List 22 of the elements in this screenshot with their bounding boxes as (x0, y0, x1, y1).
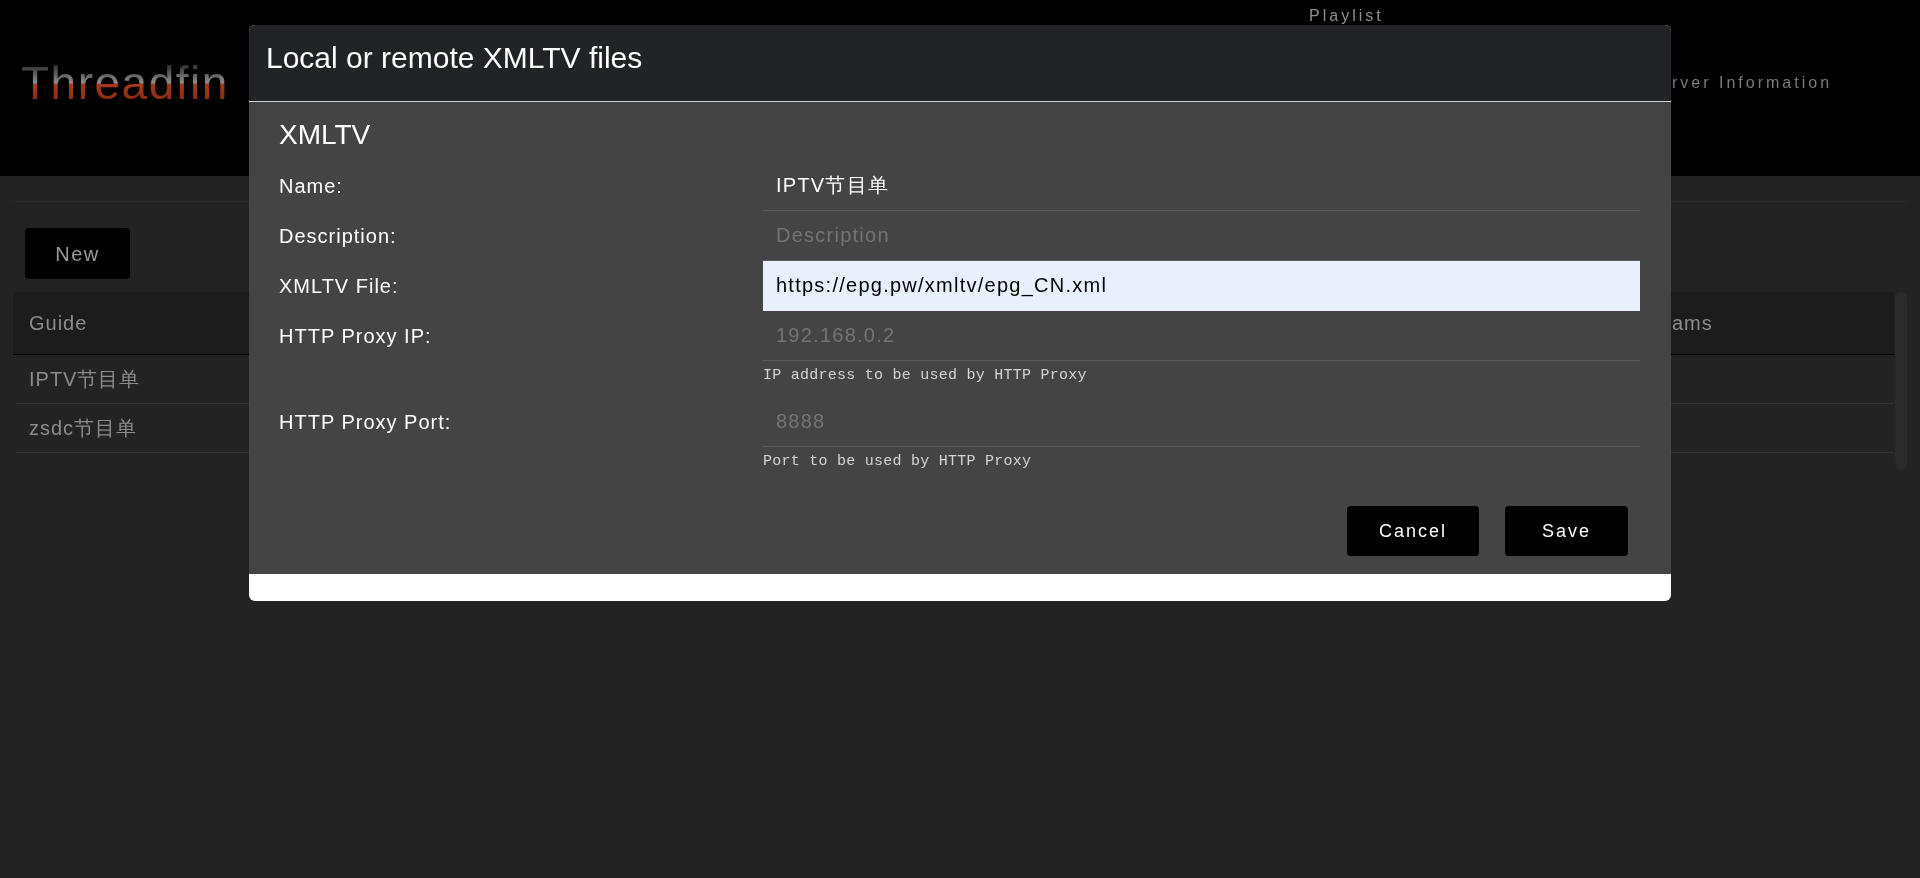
new-button[interactable]: New (25, 228, 130, 279)
field-label: HTTP Proxy Port: (279, 410, 452, 435)
dialog-title: Local or remote XMLTV files (266, 40, 643, 76)
text-field[interactable]: https://epg.pw/xmltv/epg_CN.xml (763, 261, 1640, 311)
nav-link[interactable]: Playlist (1309, 6, 1384, 26)
table-cell-text: IPTV节目单 (28, 367, 141, 392)
column-header: Guide (28, 311, 88, 336)
column-header: ams (1672, 311, 1713, 336)
field-label: Name: (279, 174, 343, 199)
text-field[interactable]: IPTV节目单 (763, 161, 1640, 211)
save-button[interactable]: Save (1505, 506, 1628, 556)
field-hint: Port to be used by HTTP Proxy (763, 453, 1032, 471)
table-cell-text: zsdc节目单 (28, 416, 138, 441)
scrollbar[interactable] (1895, 292, 1907, 470)
field-hint: IP address to be used by HTTP Proxy (763, 367, 1087, 385)
field-label: XMLTV File: (279, 274, 399, 299)
app-logo: Threadfin (21, 57, 233, 109)
nav-link[interactable]: rver Information (1672, 73, 1833, 93)
cancel-button[interactable]: Cancel (1347, 506, 1479, 556)
field-label: Description: (279, 224, 397, 249)
section-heading: XMLTV (279, 119, 371, 151)
field-label: HTTP Proxy IP: (279, 324, 432, 349)
